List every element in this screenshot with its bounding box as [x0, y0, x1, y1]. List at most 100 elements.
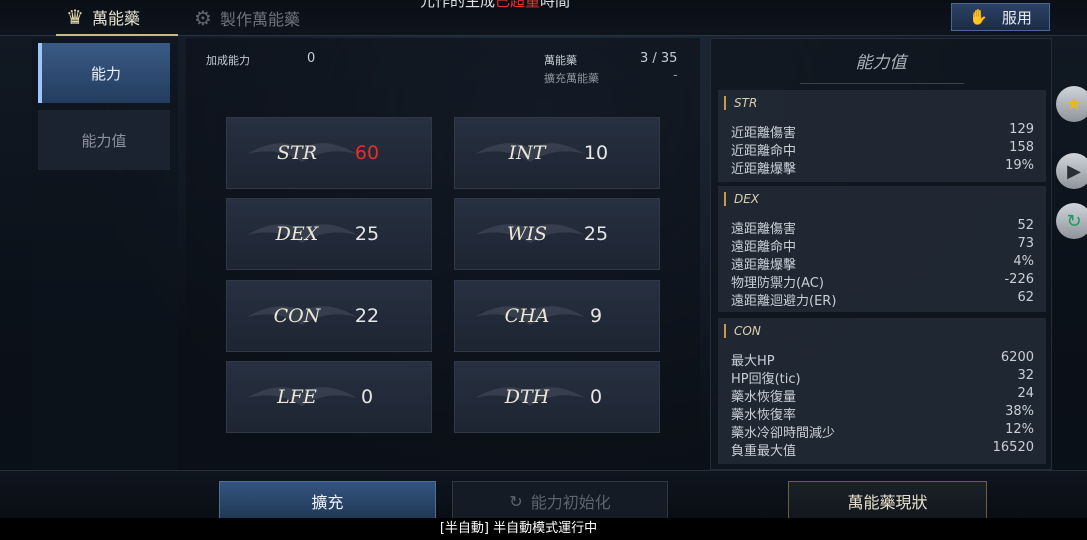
stat-name: INT	[508, 142, 546, 164]
stat-value: 22	[354, 305, 380, 327]
stat-row: 藥水恢復率 38%	[731, 404, 1034, 423]
stat-row-label: 近距離命中	[731, 144, 797, 159]
tab-craft-elixir-label: 製作萬能藥	[219, 10, 300, 29]
expand-elixir-label: 擴充萬能藥	[544, 72, 599, 85]
stat-row-value: 19%	[1005, 158, 1034, 173]
top-notice: 元作的生成已超量時間	[420, 0, 570, 11]
stat-row-value: 32	[1017, 368, 1034, 383]
stat-name: CON	[273, 305, 321, 327]
stat-row-value: 6200	[1000, 350, 1034, 365]
side-item-stat-values[interactable]: 能力值	[38, 110, 170, 170]
reset-ability-button-label: 能力初始化	[530, 493, 611, 512]
stat-name: DEX	[275, 223, 319, 245]
expand-button-label: 擴充	[311, 493, 344, 512]
side-item-ability-label: 能力	[90, 64, 121, 83]
stat-row-label: HP回復(tic)	[731, 372, 801, 387]
reset-ability-button[interactable]: ↻ 能力初始化	[452, 481, 668, 521]
stat-row: 遠距離命中 73	[731, 236, 1034, 255]
stat-value: 25	[583, 223, 609, 245]
stat-row: 近距離爆擊 19%	[731, 158, 1034, 177]
stat-row-value: 158	[1009, 140, 1034, 155]
stat-row-label: 遠距離迴避力(ER)	[731, 294, 837, 309]
stat-name: STR	[277, 142, 317, 164]
stat-row-label: 近距離傷害	[731, 126, 797, 141]
elixir-status-button-label: 萬能藥現狀	[847, 493, 928, 512]
stat-row: 遠距離爆擊 4%	[731, 254, 1034, 273]
stat-row-label: 物理防禦力(AC)	[731, 276, 824, 291]
auto-mode-status: [半自動] 半自動模式運行中	[0, 518, 1087, 540]
stat-group-dex: DEX 遠距離傷害 52 遠距離命中 73 遠距離爆擊 4% 物理防禦力(AC) -22…	[718, 186, 1046, 312]
stat-value: 9	[589, 305, 603, 327]
potion-icon: ♛	[66, 5, 84, 29]
stat-row-value: -226	[1004, 272, 1034, 287]
stat-box-cha: CHA 9	[454, 280, 660, 352]
stat-group-con: CON 最大HP 6200 HP回復(tic) 32 藥水恢復量 24 藥水恢復率 38…	[718, 318, 1046, 464]
stat-row-label: 最大HP	[731, 354, 775, 369]
stat-box-int: INT 10	[454, 117, 660, 189]
bonus-label: 加成能力	[206, 54, 250, 67]
expand-elixir-value: -	[673, 68, 678, 83]
play-icon[interactable]: ▶	[1056, 153, 1087, 189]
stat-box-dex: DEX 25	[226, 198, 432, 270]
stat-row-label: 藥水冷卻時間減少	[731, 426, 836, 441]
stat-group-str: STR 近距離傷害 129 近距離命中 158 近距離爆擊 19%	[718, 90, 1046, 182]
top-notice-prefix: 元作的生成	[420, 0, 496, 10]
stat-row-value: 52	[1017, 218, 1034, 233]
stat-row-label: 近距離爆擊	[731, 162, 797, 177]
auto-mode-status-text: [半自動] 半自動模式運行中	[439, 521, 598, 536]
stat-row-value: 129	[1009, 122, 1034, 137]
stat-row: 藥水冷卻時間減少 12%	[731, 422, 1034, 441]
stat-row-label: 遠距離爆擊	[731, 258, 797, 273]
stat-name: DTH	[504, 386, 550, 408]
stat-value: 0	[589, 386, 603, 408]
stat-group-title: CON	[724, 324, 761, 338]
stat-box-wis: WIS 25	[454, 198, 660, 270]
side-item-ability[interactable]: 能力	[38, 43, 170, 103]
stat-group-title: STR	[724, 96, 757, 110]
stat-name: CHA	[504, 305, 550, 327]
top-notice-highlight: 已超量	[495, 0, 541, 10]
swirl-icon[interactable]: ↻	[1056, 203, 1087, 239]
stat-value: 0	[360, 386, 374, 408]
tab-craft-elixir[interactable]: ⚙ 製作萬能藥	[194, 0, 334, 36]
stat-name: WIS	[506, 223, 548, 245]
tab-elixir-label: 萬能藥	[91, 9, 140, 28]
stat-name: LFE	[277, 386, 317, 408]
refresh-icon: ↻	[509, 491, 523, 511]
stat-value: 60	[354, 142, 380, 164]
title-divider	[800, 70, 964, 84]
stat-row-value: 73	[1017, 236, 1034, 251]
stat-row: 近距離命中 158	[731, 140, 1034, 159]
star-icon[interactable]: ★	[1056, 86, 1087, 122]
stat-row: 最大HP 6200	[731, 350, 1034, 369]
craft-icon: ⚙	[194, 6, 212, 30]
top-notice-suffix: 時間	[540, 0, 571, 10]
stat-row-value: 4%	[1013, 254, 1034, 269]
stat-row-value: 24	[1017, 386, 1034, 401]
stat-row-value: 62	[1017, 290, 1034, 305]
stat-row-label: 藥水恢復率	[731, 408, 797, 423]
tab-elixir[interactable]: ♛ 萬能藥	[56, 0, 178, 36]
stat-box-str: STR 60	[226, 117, 432, 189]
elixir-count-value: 3 / 35	[640, 51, 678, 66]
use-button[interactable]: ✋ 服用	[951, 3, 1050, 31]
stat-group-title: DEX	[724, 192, 759, 206]
stat-box-dth: DTH 0	[454, 361, 660, 433]
side-item-stat-values-label: 能力值	[81, 131, 127, 150]
elixir-status-button[interactable]: 萬能藥現狀	[788, 481, 987, 521]
stat-row-label: 遠距離傷害	[731, 222, 797, 237]
stat-row: 藥水恢復量 24	[731, 386, 1034, 405]
stat-row: 負重最大值 16520	[731, 440, 1034, 459]
expand-button[interactable]: 擴充	[219, 481, 436, 521]
elixir-count-label: 萬能藥	[544, 54, 577, 67]
stat-row: 物理防禦力(AC) -226	[731, 272, 1034, 291]
stat-row-value: 12%	[1005, 422, 1034, 437]
stat-row-value: 16520	[992, 440, 1034, 455]
stat-value: 10	[583, 142, 609, 164]
stat-row: 近距離傷害 129	[731, 122, 1034, 141]
stat-row-label: 藥水恢復量	[731, 390, 797, 405]
stat-box-con: CON 22	[226, 280, 432, 352]
stat-row: 遠距離傷害 52	[731, 218, 1034, 237]
stat-box-lfe: LFE 0	[226, 361, 432, 433]
hand-potion-icon: ✋	[969, 8, 988, 26]
